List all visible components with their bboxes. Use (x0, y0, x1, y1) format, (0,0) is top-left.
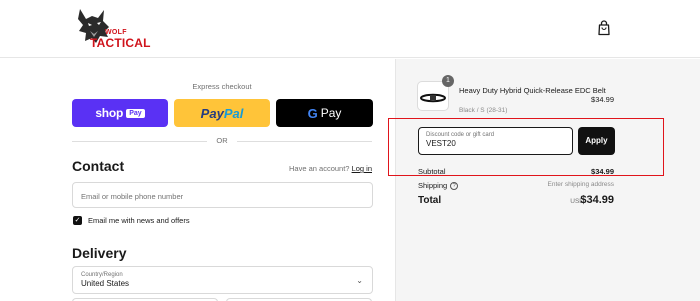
header: WOLF TACTICAL (0, 0, 700, 58)
info-icon[interactable]: ? (450, 182, 459, 191)
contact-heading: Contact (72, 158, 125, 174)
paypal-logo: PayPal (200, 105, 244, 121)
google-pay-label: Pay (320, 106, 342, 120)
shipping-label: Shipping (418, 181, 448, 190)
discount-highlight-box (388, 118, 664, 176)
product-price: $34.99 (591, 95, 614, 104)
email-field[interactable]: Email or mobile phone number (72, 182, 373, 208)
order-summary: 1 Heavy Duty Hybrid Quick-Release EDC Be… (395, 59, 700, 301)
checkout-form: Express checkout shop Pay PayPal G Pay O… (0, 59, 395, 301)
or-divider: OR (72, 136, 372, 146)
shipping-value: Enter shipping address (547, 181, 615, 188)
shop-pay-badge: Pay (126, 108, 145, 118)
chevron-down-icon: ⌄ (356, 276, 363, 285)
logo-tactical-text: TACTICAL (90, 36, 151, 50)
shop-pay-logo-text: shop (95, 106, 124, 120)
product-variant: Black / S (28-31) (459, 107, 508, 114)
divider-line (237, 141, 372, 142)
google-pay-button[interactable]: G Pay (276, 99, 373, 127)
logo-wolf-text: WOLF (105, 29, 127, 36)
newsletter-label: Email me with news and offers (88, 216, 190, 225)
log-in-link[interactable]: Log in (352, 164, 372, 173)
country-value: United States (81, 279, 130, 288)
total-label: Total (418, 195, 442, 206)
country-label: Country/Region (81, 272, 123, 278)
delivery-heading: Delivery (72, 245, 127, 261)
paypal-button[interactable]: PayPal (174, 99, 270, 127)
express-checkout-label: Express checkout (192, 82, 252, 91)
newsletter-checkbox[interactable]: ✓ (73, 216, 82, 225)
belt-image (420, 93, 446, 103)
quantity-badge: 1 (442, 75, 454, 87)
google-g-icon: G (307, 105, 318, 121)
shopping-bag-icon[interactable] (597, 20, 611, 36)
have-account-text: Have an account? Log in (289, 164, 372, 173)
total-value: $34.99 (580, 194, 614, 206)
shipping-label-row: Shipping? (418, 181, 459, 191)
shop-pay-button[interactable]: shop Pay (72, 99, 168, 127)
wolf-tactical-logo[interactable]: WOLF TACTICAL (74, 7, 158, 50)
country-select[interactable]: Country/Region United States ⌄ (72, 266, 373, 294)
